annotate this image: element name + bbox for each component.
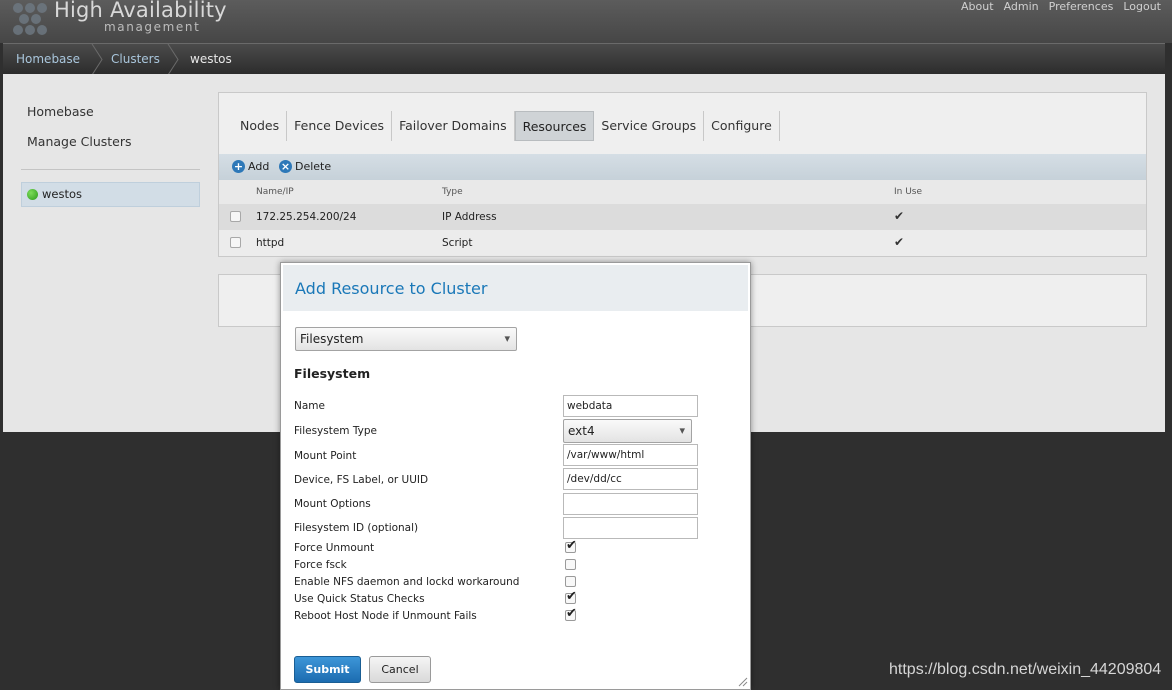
dialog-title: Add Resource to Cluster: [295, 279, 488, 298]
tab-failover-domains[interactable]: Failover Domains: [392, 111, 515, 141]
chevron-down-icon: ▾: [679, 424, 685, 437]
checkmark-icon: ✔: [894, 235, 905, 249]
section-title: Filesystem: [294, 366, 371, 381]
device-label: Device, FS Label, or UUID: [294, 474, 429, 486]
force-fsck-checkbox[interactable]: [565, 559, 576, 570]
checkmark-icon: ✔: [894, 209, 905, 223]
nav-admin-link[interactable]: Admin: [999, 0, 1044, 13]
nav-preferences-link[interactable]: Preferences: [1044, 0, 1119, 13]
plus-icon: +: [232, 160, 245, 173]
nfs-workaround-checkbox[interactable]: [565, 576, 576, 587]
tab-nodes[interactable]: Nodes: [233, 111, 288, 141]
table-header: Name/IP Type In Use: [219, 180, 1146, 204]
status-online-icon: [27, 189, 38, 200]
force-unmount-checkbox[interactable]: ✔: [565, 538, 577, 553]
name-label: Name: [294, 400, 325, 412]
app-header: High Availability management About Admin…: [0, 0, 1172, 43]
checkmark-icon: ✔: [566, 606, 577, 621]
quick-status-label: Use Quick Status Checks: [294, 593, 425, 605]
table-row[interactable]: httpd Script ✔: [219, 230, 1146, 256]
resource-toolbar: + Add × Delete: [219, 154, 1146, 180]
close-icon: ×: [279, 160, 292, 173]
column-header-type[interactable]: Type: [442, 187, 463, 197]
sidebar-item-homebase[interactable]: Homebase: [27, 104, 94, 119]
cancel-button[interactable]: Cancel: [369, 656, 431, 683]
tab-resources[interactable]: Resources: [514, 111, 595, 141]
name-input[interactable]: webdata: [563, 395, 698, 417]
fs-type-select[interactable]: ext4 ▾: [563, 419, 692, 443]
column-header-name[interactable]: Name/IP: [256, 187, 294, 197]
cluster-name: westos: [42, 187, 83, 201]
add-label: Add: [248, 160, 270, 173]
logo-icon: [13, 3, 47, 35]
breadcrumb-current: westos: [190, 52, 232, 66]
row-checkbox[interactable]: [230, 211, 241, 222]
tab-configure[interactable]: Configure: [704, 111, 780, 141]
mount-point-input[interactable]: /var/www/html: [563, 444, 698, 466]
chevron-right-icon: [167, 44, 179, 75]
chevron-down-icon: ▾: [504, 332, 510, 345]
mount-options-input[interactable]: [563, 493, 698, 515]
row-checkbox[interactable]: [230, 237, 241, 248]
reboot-host-label: Reboot Host Node if Unmount Fails: [294, 610, 477, 622]
breadcrumb: Homebase Clusters westos: [3, 43, 1165, 75]
delete-label: Delete: [295, 160, 332, 173]
nav-logout-link[interactable]: Logout: [1118, 0, 1166, 13]
fs-type-value: ext4: [568, 424, 595, 438]
submit-button[interactable]: Submit: [294, 656, 361, 683]
chevron-right-icon: [91, 44, 103, 75]
watermark: https://blog.csdn.net/weixin_44209804: [889, 661, 1162, 678]
resources-panel: Nodes Fence Devices Failover Domains Res…: [218, 92, 1147, 257]
tab-bar: Nodes Fence Devices Failover Domains Res…: [233, 111, 780, 141]
reboot-host-checkbox[interactable]: ✔: [565, 606, 577, 621]
dialog-header: Add Resource to Cluster: [283, 265, 748, 311]
add-resource-dialog: Add Resource to Cluster Filesystem ▾ Fil…: [280, 262, 751, 690]
mount-options-label: Mount Options: [294, 498, 371, 510]
tab-fence-devices[interactable]: Fence Devices: [287, 111, 393, 141]
top-nav: About Admin Preferences Logout: [956, 0, 1166, 13]
breadcrumb-homebase[interactable]: Homebase: [16, 44, 80, 75]
resource-type: Script: [442, 237, 473, 249]
force-fsck-label: Force fsck: [294, 559, 347, 571]
resource-type-select[interactable]: Filesystem ▾: [295, 327, 517, 351]
nfs-workaround-label: Enable NFS daemon and lockd workaround: [294, 576, 520, 588]
fs-type-label: Filesystem Type: [294, 425, 377, 437]
mount-point-label: Mount Point: [294, 450, 357, 462]
resource-name: 172.25.254.200/24: [256, 211, 357, 223]
resource-type: IP Address: [442, 211, 497, 223]
checkmark-icon: ✔: [566, 589, 577, 604]
resize-grip-icon[interactable]: [738, 677, 748, 687]
sidebar-item-manage-clusters[interactable]: Manage Clusters: [27, 134, 132, 149]
fs-id-label: Filesystem ID (optional): [294, 522, 419, 534]
quick-status-checkbox[interactable]: ✔: [565, 589, 577, 604]
sidebar-item-cluster[interactable]: westos: [21, 182, 200, 207]
nav-about-link[interactable]: About: [956, 0, 999, 13]
device-input[interactable]: /dev/dd/cc: [563, 468, 698, 490]
force-unmount-label: Force Unmount: [294, 542, 375, 554]
resource-name: httpd: [256, 237, 285, 249]
tab-service-groups[interactable]: Service Groups: [594, 111, 705, 141]
fs-id-input[interactable]: [563, 517, 698, 539]
resource-type-value: Filesystem: [300, 332, 364, 346]
breadcrumb-clusters[interactable]: Clusters: [111, 44, 160, 75]
column-header-in-use[interactable]: In Use: [894, 187, 922, 197]
app-title: High Availability: [54, 0, 227, 22]
checkmark-icon: ✔: [566, 538, 577, 553]
add-button[interactable]: + Add: [232, 160, 269, 173]
table-row[interactable]: 172.25.254.200/24 IP Address ✔: [219, 204, 1146, 230]
sidebar-divider: [21, 169, 200, 170]
app-subtitle: management: [104, 20, 201, 34]
delete-button[interactable]: × Delete: [279, 160, 331, 173]
